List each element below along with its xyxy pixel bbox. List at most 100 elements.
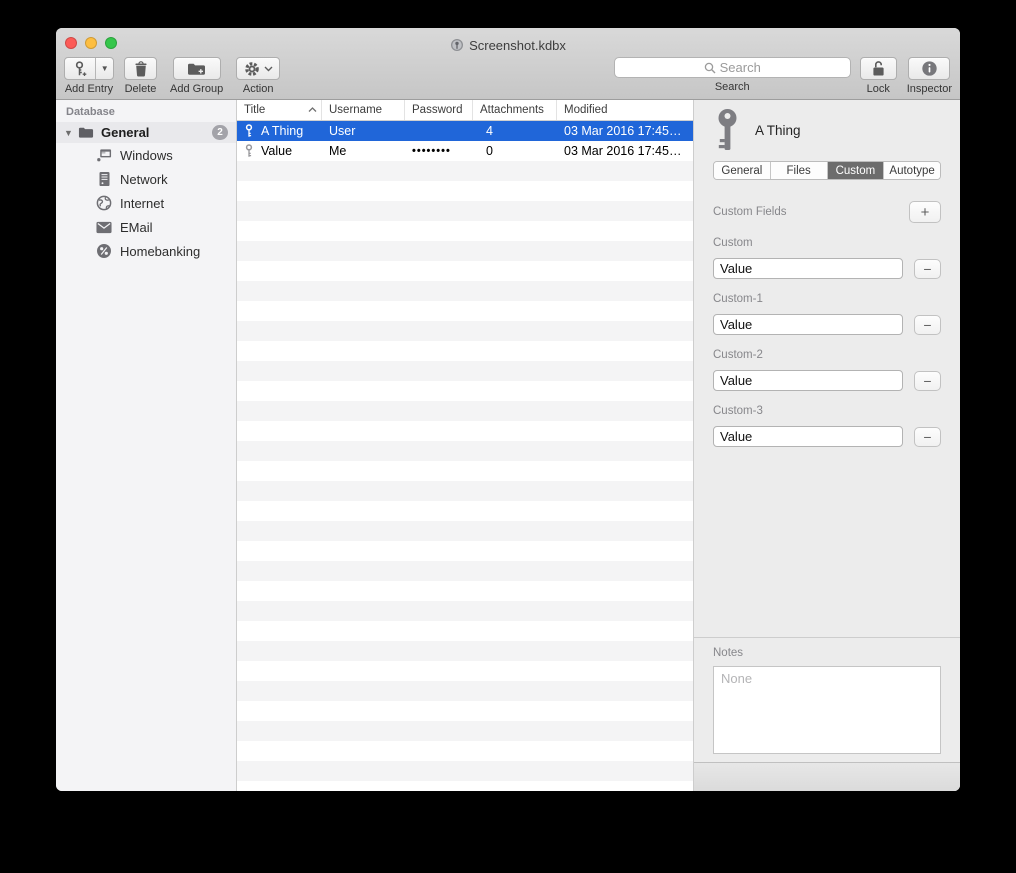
- key-icon: [244, 144, 255, 158]
- spacer: [713, 447, 941, 637]
- disclosure-triangle-icon[interactable]: ▼: [64, 128, 78, 138]
- sidebar-item-email[interactable]: EMail: [56, 215, 236, 239]
- minimize-window-button[interactable]: [85, 37, 97, 49]
- main-area: Database ▼ General 2 Windows Network: [56, 100, 960, 791]
- field-label: Custom-1: [713, 293, 941, 305]
- envelope-icon: [96, 219, 112, 235]
- inspector-label: Inspector: [907, 83, 952, 95]
- titlebar: Screenshot.kdbx: [56, 28, 960, 52]
- column-header-password[interactable]: Password: [405, 100, 473, 120]
- action-label: Action: [243, 83, 274, 95]
- tab-general[interactable]: General: [714, 162, 771, 179]
- inspector-panel: A Thing General Files Custom Autotype Cu…: [694, 100, 960, 791]
- sidebar-item-label: Network: [120, 172, 168, 187]
- entry-count-badge: 2: [212, 125, 228, 140]
- custom-field-group: Custom-1 −: [713, 293, 941, 335]
- remove-field-button[interactable]: −: [914, 315, 941, 335]
- folder-plus-icon: [187, 62, 206, 76]
- column-header-modified[interactable]: Modified: [557, 100, 693, 120]
- field-label: Custom: [713, 237, 941, 249]
- field-value-input[interactable]: [713, 258, 903, 279]
- close-window-button[interactable]: [65, 37, 77, 49]
- column-header-username[interactable]: Username: [322, 100, 405, 120]
- lock-label: Lock: [867, 83, 890, 95]
- server-icon: [96, 171, 112, 187]
- field-value-input[interactable]: [713, 370, 903, 391]
- sidebar-item-label: Homebanking: [120, 244, 200, 259]
- entry-title: A Thing: [755, 123, 801, 138]
- notes-label: Notes: [713, 647, 941, 659]
- sidebar-item-label: Windows: [120, 148, 173, 163]
- sidebar-item-label: General: [101, 125, 149, 140]
- remove-field-button[interactable]: −: [914, 259, 941, 279]
- table-row[interactable]: Value Me •••••••• 0 03 Mar 2016 17:45…: [237, 141, 693, 161]
- empty-rows-stripes: [237, 161, 693, 791]
- remove-field-button[interactable]: −: [914, 371, 941, 391]
- tab-custom[interactable]: Custom: [828, 162, 885, 179]
- info-icon: [921, 60, 938, 77]
- delete-label: Delete: [125, 83, 157, 95]
- add-entry-label: Add Entry: [65, 83, 113, 95]
- cell-title: Value: [261, 144, 292, 158]
- key-plus-icon[interactable]: [65, 58, 96, 79]
- lock-open-icon: [871, 60, 886, 77]
- search-label: Search: [715, 81, 750, 93]
- delete-button[interactable]: [124, 57, 157, 80]
- custom-fields-label: Custom Fields: [713, 206, 787, 218]
- inspector-button[interactable]: [908, 57, 950, 80]
- add-group-button[interactable]: [173, 57, 221, 80]
- inspector-content: A Thing General Files Custom Autotype Cu…: [694, 100, 960, 637]
- cell-username: User: [322, 124, 405, 138]
- traffic-lights: [65, 37, 117, 49]
- sidebar-item-network[interactable]: Network: [56, 167, 236, 191]
- gear-icon: [244, 61, 260, 77]
- custom-field-group: Custom-2 −: [713, 349, 941, 391]
- search-tool: Search Search: [614, 57, 851, 93]
- add-entry-button[interactable]: ▼: [64, 57, 114, 80]
- inspector-footer-bar: [694, 762, 960, 791]
- add-custom-field-button[interactable]: +: [909, 201, 941, 223]
- minus-icon: −: [923, 318, 931, 332]
- field-value-input[interactable]: [713, 426, 903, 447]
- table-row[interactable]: A Thing User 4 03 Mar 2016 17:45…: [237, 121, 693, 141]
- add-entry-dropdown-arrow[interactable]: ▼: [96, 58, 113, 79]
- field-value-input[interactable]: [713, 314, 903, 335]
- sidebar-item-homebanking[interactable]: Homebanking: [56, 239, 236, 263]
- cell-username: Me: [322, 144, 405, 158]
- notes-textarea[interactable]: [713, 666, 941, 754]
- window-title-area: Screenshot.kdbx: [450, 28, 566, 53]
- sidebar-item-internet[interactable]: Internet: [56, 191, 236, 215]
- custom-field-group: Custom −: [713, 237, 941, 279]
- column-header-attachments[interactable]: Attachments: [473, 100, 557, 120]
- search-placeholder: Search: [720, 60, 761, 75]
- minus-icon: −: [923, 430, 931, 444]
- sidebar-item-label: Internet: [120, 196, 164, 211]
- entry-table: Title Username Password Attachments Modi…: [237, 100, 694, 791]
- sidebar: Database ▼ General 2 Windows Network: [56, 100, 237, 791]
- sidebar-item-general[interactable]: ▼ General 2: [56, 122, 236, 143]
- delete-tool: Delete: [124, 57, 157, 95]
- sort-ascending-icon: [308, 107, 317, 113]
- action-tool: Action: [236, 57, 280, 95]
- column-header-title[interactable]: Title: [237, 100, 322, 120]
- lock-button[interactable]: [860, 57, 897, 80]
- action-button[interactable]: [236, 57, 280, 80]
- window-title: Screenshot.kdbx: [469, 38, 566, 53]
- sidebar-section-header: Database: [56, 104, 236, 122]
- table-header: Title Username Password Attachments Modi…: [237, 100, 693, 121]
- folder-icon: [78, 125, 94, 141]
- cell-attachments: 4: [473, 124, 557, 138]
- inspector-tool: Inspector: [907, 57, 952, 95]
- tab-autotype[interactable]: Autotype: [884, 162, 940, 179]
- cell-modified: 03 Mar 2016 17:45…: [557, 144, 693, 158]
- zoom-window-button[interactable]: [105, 37, 117, 49]
- key-icon: [713, 108, 742, 153]
- custom-fields-header: Custom Fields +: [713, 201, 941, 223]
- field-label: Custom-3: [713, 405, 941, 417]
- remove-field-button[interactable]: −: [914, 427, 941, 447]
- search-input[interactable]: Search: [614, 57, 851, 78]
- lock-tool: Lock: [860, 57, 897, 95]
- sidebar-item-windows[interactable]: Windows: [56, 143, 236, 167]
- tab-files[interactable]: Files: [771, 162, 828, 179]
- cell-attachments: 0: [473, 144, 557, 158]
